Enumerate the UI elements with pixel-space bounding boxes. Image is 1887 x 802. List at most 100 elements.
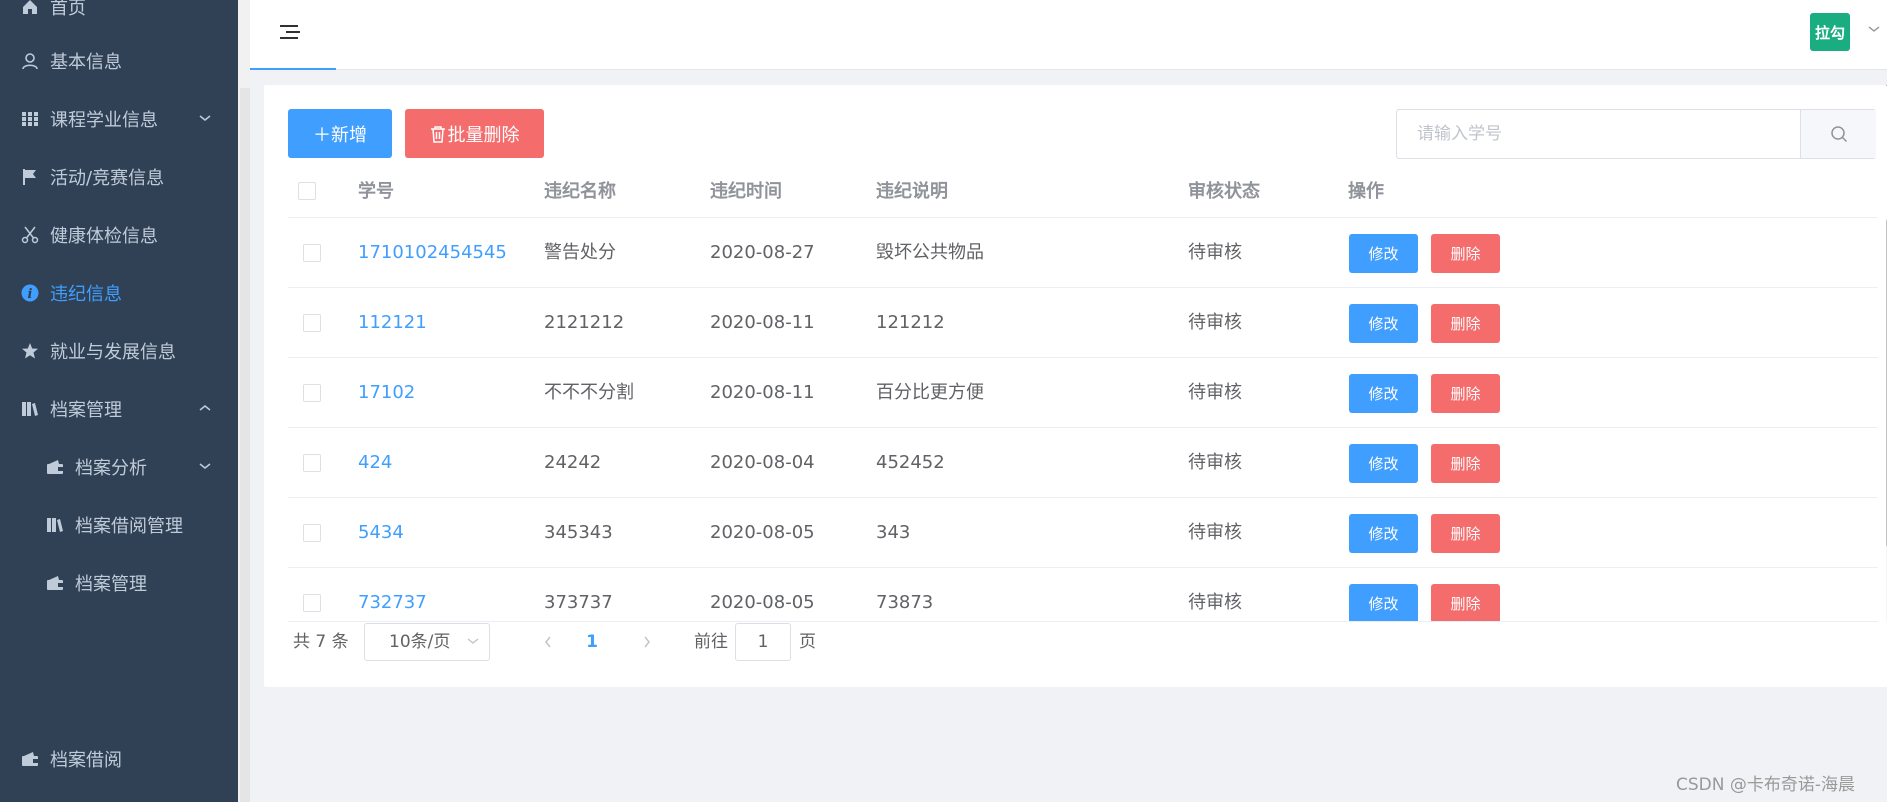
violation-name: 373737 xyxy=(544,592,613,613)
sidebar-scrollbar[interactable] xyxy=(240,88,250,802)
sidebar-item-archive-mgmt-sub[interactable]: 档案管理 xyxy=(0,555,238,611)
table-row: 5434 345343 2020-08-05 343 待审核 修改 删除 xyxy=(288,498,1878,568)
row-checkbox[interactable] xyxy=(303,314,321,332)
watermark: CSDN @卡布奇诺-海晨 xyxy=(1676,775,1856,795)
sidebar-item-employment[interactable]: 就业与发展信息 xyxy=(0,323,238,379)
search-button[interactable] xyxy=(1800,110,1876,158)
sidebar-item-archive-mgmt[interactable]: 档案管理 xyxy=(0,381,238,437)
sidebar-item-label: 课程学业信息 xyxy=(50,110,158,131)
review-status: 待审核 xyxy=(1188,522,1242,543)
table-body: 1710102454545 警告处分 2020-08-27 毁坏公共物品 待审核… xyxy=(288,218,1878,621)
student-id-link[interactable]: 1710102454545 xyxy=(358,218,507,288)
delete-button[interactable]: 删除 xyxy=(1431,444,1500,483)
delete-button[interactable]: 删除 xyxy=(1431,584,1500,621)
sidebar-item-archive-analysis[interactable]: 档案分析 xyxy=(0,439,238,495)
student-id-link[interactable]: 17102 xyxy=(358,358,415,428)
archive-icon xyxy=(44,514,66,536)
violation-desc: 121212 xyxy=(876,312,945,333)
wallet-icon xyxy=(44,572,66,594)
column-header: 违纪说明 xyxy=(876,181,948,202)
table-header: 学号 违纪名称 违纪时间 违纪说明 审核状态 操作 xyxy=(288,165,1878,218)
flag-icon xyxy=(19,166,41,188)
delete-button[interactable]: 删除 xyxy=(1431,374,1500,413)
edit-button[interactable]: 修改 xyxy=(1349,374,1418,413)
edit-button[interactable]: 修改 xyxy=(1349,444,1418,483)
table-row: 112121 2121212 2020-08-11 121212 待审核 修改 … xyxy=(288,288,1878,358)
row-checkbox[interactable] xyxy=(303,524,321,542)
student-id-link[interactable]: 732737 xyxy=(358,568,427,621)
row-checkbox[interactable] xyxy=(303,454,321,472)
violation-time: 2020-08-11 xyxy=(710,382,815,403)
chevron-down-icon[interactable] xyxy=(1868,22,1880,36)
chevron-down-icon xyxy=(198,459,212,475)
review-status: 待审核 xyxy=(1188,592,1242,613)
search-input[interactable] xyxy=(1397,110,1800,158)
delete-button[interactable]: 删除 xyxy=(1431,514,1500,553)
sidebar-item-health[interactable]: 健康体检信息 xyxy=(0,207,238,263)
home-icon xyxy=(19,0,41,18)
row-checkbox[interactable] xyxy=(303,594,321,612)
violation-desc: 百分比更方便 xyxy=(876,382,984,403)
column-header: 操作 xyxy=(1348,181,1384,202)
svg-text:i: i xyxy=(28,287,33,302)
sidebar-item-basic-info[interactable]: 基本信息 xyxy=(0,33,238,89)
column-header: 学号 xyxy=(358,181,394,202)
user-icon xyxy=(19,50,41,72)
delete-button[interactable]: 删除 xyxy=(1431,234,1500,273)
table-divider xyxy=(288,621,1878,622)
sidebar-item-course[interactable]: 课程学业信息 xyxy=(0,91,238,147)
archive-icon xyxy=(19,398,41,420)
student-id-link[interactable]: 112121 xyxy=(358,288,427,358)
sidebar-item-label: 档案分析 xyxy=(75,458,147,479)
student-id-link[interactable]: 424 xyxy=(358,428,392,498)
table-row: 1710102454545 警告处分 2020-08-27 毁坏公共物品 待审核… xyxy=(288,218,1878,288)
violation-time: 2020-08-11 xyxy=(710,312,815,333)
sidebar-item-activity[interactable]: 活动/竞赛信息 xyxy=(0,149,238,205)
active-tab-indicator xyxy=(250,68,336,70)
sidebar-item-archive-borrow[interactable]: 档案借阅 xyxy=(0,731,238,787)
table-row: 17102 不不不分割 2020-08-11 百分比更方便 待审核 修改 删除 xyxy=(288,358,1878,428)
avatar[interactable]: 拉勾 xyxy=(1810,13,1850,51)
page-suffix: 页 xyxy=(799,632,816,652)
batch-delete-label: 批量删除 xyxy=(447,124,520,146)
page-size-select[interactable]: 10条/页 xyxy=(364,623,490,661)
edit-button[interactable]: 修改 xyxy=(1349,514,1418,553)
review-status: 待审核 xyxy=(1188,242,1242,263)
violation-name: 警告处分 xyxy=(544,242,616,263)
review-status: 待审核 xyxy=(1188,312,1242,333)
goto-page-input[interactable] xyxy=(735,623,791,661)
violation-time: 2020-08-04 xyxy=(710,452,815,473)
sidebar-item-label: 档案借阅管理 xyxy=(75,516,183,537)
batch-delete-button[interactable]: 批量删除 xyxy=(405,109,544,158)
edit-button[interactable]: 修改 xyxy=(1349,584,1418,621)
column-header: 违纪名称 xyxy=(544,181,616,202)
column-header: 违纪时间 xyxy=(710,181,782,202)
page-number[interactable]: 1 xyxy=(572,623,612,661)
sidebar-item-home[interactable]: 首页 xyxy=(0,0,238,35)
prev-page-button[interactable] xyxy=(536,623,560,661)
sidebar-item-label: 基本信息 xyxy=(50,52,122,73)
sidebar-item-discipline[interactable]: i 违纪信息 xyxy=(0,265,238,321)
menu-toggle-icon[interactable] xyxy=(280,22,300,42)
table-row: 732737 373737 2020-08-05 73873 待审核 修改 删除 xyxy=(288,568,1878,621)
edit-button[interactable]: 修改 xyxy=(1349,304,1418,343)
violation-name: 2121212 xyxy=(544,312,625,333)
delete-button[interactable]: 删除 xyxy=(1431,304,1500,343)
row-checkbox[interactable] xyxy=(303,384,321,402)
violation-name: 24242 xyxy=(544,452,602,473)
search-box xyxy=(1396,109,1876,159)
sidebar-item-archive-borrow-mgmt[interactable]: 档案借阅管理 xyxy=(0,497,238,553)
violation-time: 2020-08-27 xyxy=(710,242,815,263)
review-status: 待审核 xyxy=(1188,452,1242,473)
info-icon: i xyxy=(19,282,41,304)
chevron-down-icon xyxy=(467,624,479,660)
add-button[interactable]: ＋新增 xyxy=(288,109,392,158)
violation-desc: 343 xyxy=(876,522,911,543)
next-page-button[interactable] xyxy=(635,623,659,661)
select-all-checkbox[interactable] xyxy=(298,182,316,200)
edit-button[interactable]: 修改 xyxy=(1349,234,1418,273)
student-id-link[interactable]: 5434 xyxy=(358,498,404,568)
row-checkbox[interactable] xyxy=(303,244,321,262)
pagination: 共 7 条 10条/页 1 前往 页 xyxy=(288,623,888,661)
sidebar-item-label: 档案管理 xyxy=(75,574,147,595)
